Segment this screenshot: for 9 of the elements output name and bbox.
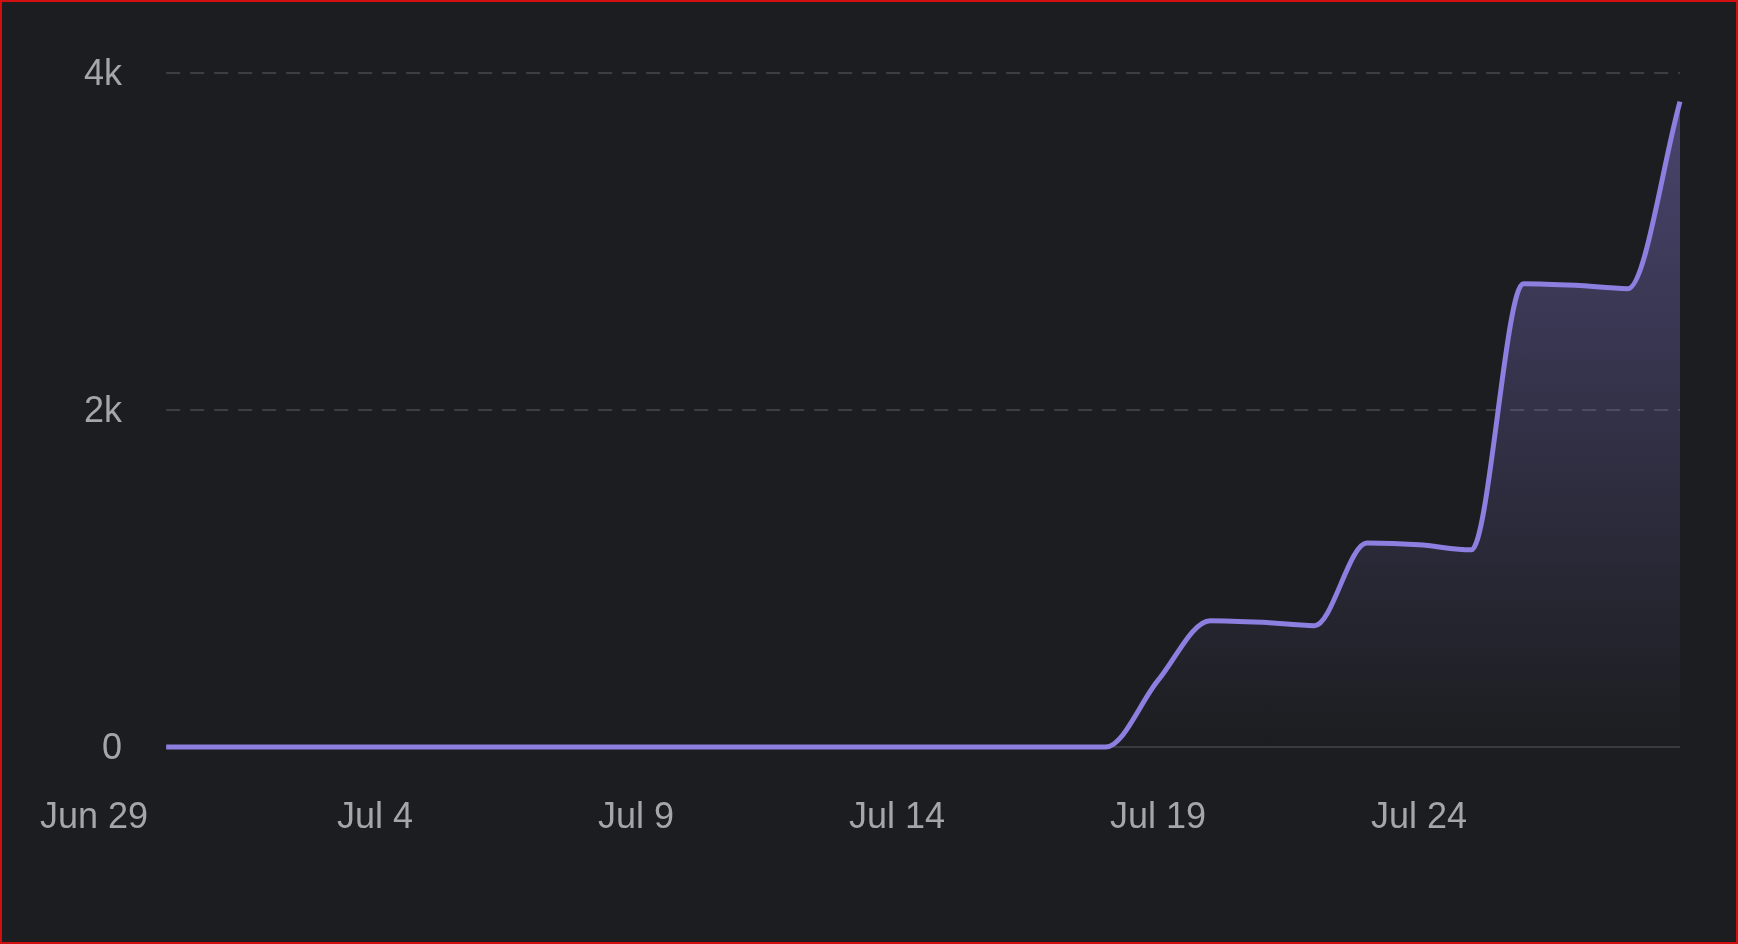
x-tick-label: Jul 24 — [1370, 795, 1468, 836]
x-tick-label: Jul 9 — [598, 795, 674, 836]
y-tick-label: 4k — [83, 52, 122, 93]
x-tick-label: Jul 14 — [848, 795, 946, 836]
x-tick-label: Jun 29 — [39, 795, 149, 836]
y-tick-label: 2k — [83, 389, 122, 430]
x-tick-label: Jul 19 — [1109, 795, 1207, 836]
y-tick-label: 0 — [101, 726, 122, 767]
x-tick-label: Jul 4 — [337, 795, 413, 836]
